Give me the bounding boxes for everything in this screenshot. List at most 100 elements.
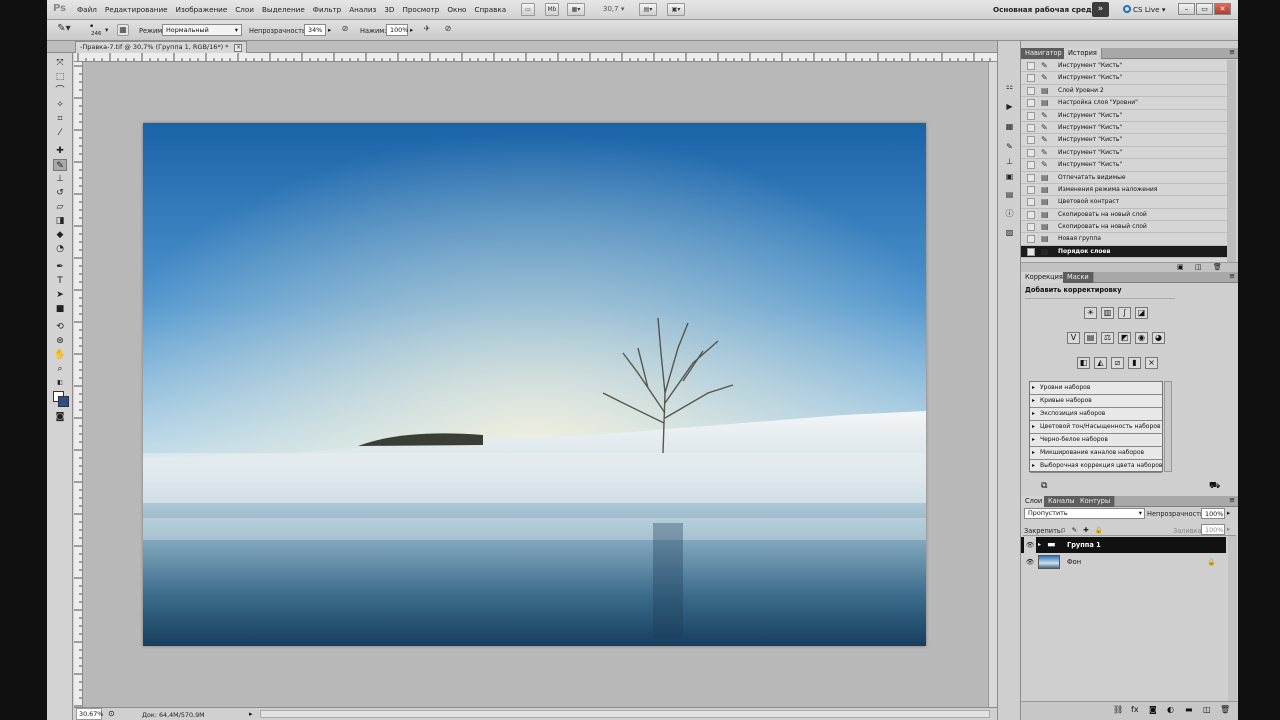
preset-item[interactable]: ▸ Экспозиция наборов	[1030, 408, 1162, 421]
canvas-area[interactable]	[83, 62, 988, 707]
snapshot-checkbox[interactable]	[1027, 74, 1035, 83]
threshold-icon[interactable]: ⧄	[1111, 357, 1124, 369]
eraser-tool-icon[interactable]: ▱	[53, 201, 67, 213]
snapshot-checkbox[interactable]	[1027, 86, 1035, 95]
move-tool-icon[interactable]: ⤧	[53, 57, 67, 69]
layers-scrollbar[interactable]	[1228, 536, 1237, 701]
gradient-map-icon[interactable]: ▮	[1128, 357, 1141, 369]
preset-item[interactable]: ▸ Кривые наборов	[1030, 395, 1162, 408]
document-image[interactable]	[143, 123, 926, 646]
3d-rotate-tool-icon[interactable]: ⟲	[53, 321, 67, 333]
expand-arrow-icon[interactable]: ▸	[1032, 408, 1040, 420]
layer-mask-icon[interactable]: ◙	[1149, 705, 1157, 714]
brush-panel-toggle-icon[interactable]: ▦	[117, 24, 129, 36]
snapshot-checkbox[interactable]	[1027, 210, 1035, 219]
opacity-pressure-icon[interactable]: ⊘	[339, 24, 351, 36]
cs-live-button[interactable]: CS Live ▾	[1123, 5, 1165, 14]
lock-icons[interactable]: ▫ ✎ ✚ 🔒	[1061, 526, 1105, 534]
eyedropper-tool-icon[interactable]: ⁄	[53, 127, 67, 139]
preset-item[interactable]: ▸ Уровни наборов	[1030, 382, 1162, 395]
snapshot-checkbox[interactable]	[1027, 235, 1035, 244]
snapshot-checkbox[interactable]	[1027, 247, 1035, 256]
expand-arrow-icon[interactable]: ▸	[1032, 434, 1040, 446]
menu-analysis[interactable]: Анализ	[349, 5, 382, 14]
invert-icon[interactable]: ◧	[1077, 357, 1090, 369]
expand-arrow-icon[interactable]: ▸	[1032, 421, 1040, 433]
quick-select-tool-icon[interactable]: ✧	[53, 99, 67, 111]
menu-layers[interactable]: Слои	[235, 5, 260, 14]
status-menu-arrow-icon[interactable]: ▸	[249, 710, 253, 718]
preset-item[interactable]: ▸ Цветовой тон/Насыщенность наборов	[1030, 421, 1162, 434]
history-item[interactable]: ✎ Инструмент "Кисть"	[1021, 147, 1227, 160]
horizontal-scrollbar[interactable]	[260, 710, 990, 718]
history-item[interactable]: ✎ Инструмент "Кисть"	[1021, 60, 1227, 73]
status-zoom-field[interactable]: 30,67%	[76, 708, 103, 720]
lasso-tool-icon[interactable]: ⌒	[53, 85, 67, 97]
rectangle-tool-icon[interactable]: ■	[53, 303, 67, 315]
pen-tool-icon[interactable]: ✒	[53, 261, 67, 273]
eye-icon[interactable]: 👁	[1024, 537, 1036, 553]
tab-history[interactable]: История	[1064, 48, 1102, 59]
screen-mode-icon[interactable]: ▣▾	[667, 3, 685, 16]
history-item[interactable]: ▤ Отпечатать видимые	[1021, 172, 1227, 184]
mini-bridge-icon[interactable]: Mb	[545, 3, 559, 16]
fill-arrow-icon[interactable]: ▸	[1227, 525, 1230, 533]
delete-layer-icon[interactable]: 🗑	[1220, 705, 1230, 714]
status-settings-icon[interactable]: ⊙	[108, 709, 115, 718]
menu-filter[interactable]: Фильтр	[313, 5, 347, 14]
posterize-icon[interactable]: ◭	[1094, 357, 1107, 369]
launch-bridge-icon[interactable]: ▭	[521, 3, 535, 16]
panel-menu-icon[interactable]: ≡	[1229, 272, 1235, 280]
history-item[interactable]: ✎ Инструмент "Кисть"	[1021, 110, 1227, 122]
view-extras-icon[interactable]: ▦▾	[567, 3, 585, 16]
pressure-field[interactable]: 100%	[386, 24, 408, 36]
menu-select[interactable]: Выделение	[262, 5, 311, 14]
close-button[interactable]: ✕	[1214, 3, 1231, 15]
curves-icon[interactable]: ∫	[1118, 307, 1131, 319]
hue-saturation-icon[interactable]: ▤	[1084, 332, 1097, 344]
history-item[interactable]: ▤ Новая группа	[1021, 233, 1227, 246]
minimize-button[interactable]: –	[1178, 3, 1195, 15]
snapshot-checkbox[interactable]	[1027, 161, 1035, 170]
eye-icon[interactable]: 👁	[1024, 553, 1036, 571]
panel-info-icon[interactable]: ⓘ	[1003, 208, 1016, 220]
menu-file[interactable]: Файл	[77, 5, 103, 14]
tablet-pressure-size-icon[interactable]: ⊘	[442, 24, 454, 36]
black-white-icon[interactable]: ◩	[1118, 332, 1131, 344]
panel-histogram-icon[interactable]: ▨	[1003, 227, 1016, 239]
brush-picker-arrow-icon[interactable]: ▾	[105, 26, 108, 34]
expand-arrow-icon[interactable]: ▸	[1032, 447, 1040, 459]
dodge-tool-icon[interactable]: ◔	[53, 243, 67, 255]
zoom-level-select[interactable]: 30,7 ▾	[603, 5, 624, 13]
expand-arrow-icon[interactable]: ▸	[1032, 382, 1040, 394]
layer-style-icon[interactable]: fx	[1131, 705, 1139, 714]
selective-color-icon[interactable]: ⨯	[1145, 357, 1158, 369]
3d-orbit-tool-icon[interactable]: ⊛	[53, 335, 67, 347]
snapshot-checkbox[interactable]	[1027, 148, 1035, 157]
opacity-slider-arrow-icon[interactable]: ▸	[328, 26, 331, 34]
history-item[interactable]: ▤ Скопировать на новый слой	[1021, 221, 1227, 234]
clone-stamp-tool-icon[interactable]: ⊥	[53, 173, 67, 185]
layer-opacity-field[interactable]: 100%	[1201, 508, 1225, 519]
brush-tool-preset-icon[interactable]: ✎▾	[53, 24, 75, 36]
expand-arrow-icon[interactable]: ▸	[1032, 460, 1040, 472]
snapshot-checkbox[interactable]	[1027, 173, 1035, 182]
history-item[interactable]: ▤ Порядок слоев	[1021, 245, 1227, 259]
brush-tool-icon[interactable]: ✎	[53, 159, 67, 171]
history-item[interactable]: ▤ Скопировать на новый слой	[1021, 209, 1227, 222]
snapshot-checkbox[interactable]	[1027, 136, 1035, 145]
panel-brush-icon[interactable]: ✎	[1003, 141, 1016, 153]
panel-clone-source-icon[interactable]: ⊥	[1003, 156, 1016, 168]
link-layers-icon[interactable]: ⛓	[1113, 705, 1123, 714]
path-selection-tool-icon[interactable]: ➤	[53, 289, 67, 301]
tab-channels[interactable]: Каналы	[1044, 496, 1080, 507]
snapshot-checkbox[interactable]	[1027, 99, 1035, 108]
snapshot-checkbox[interactable]	[1027, 198, 1035, 207]
background-color-swatch[interactable]	[58, 396, 69, 407]
menu-3d[interactable]: 3D	[384, 5, 400, 14]
history-item[interactable]: ▤ Настройка слоя "Уровни"	[1021, 97, 1227, 110]
history-item[interactable]: ✎ Инструмент "Кисть"	[1021, 72, 1227, 85]
history-item[interactable]: ▤ Цветовой контраст	[1021, 196, 1227, 209]
new-layer-icon[interactable]: ◫	[1203, 705, 1211, 714]
clip-to-layer-icon[interactable]: ⧉	[1041, 481, 1047, 491]
